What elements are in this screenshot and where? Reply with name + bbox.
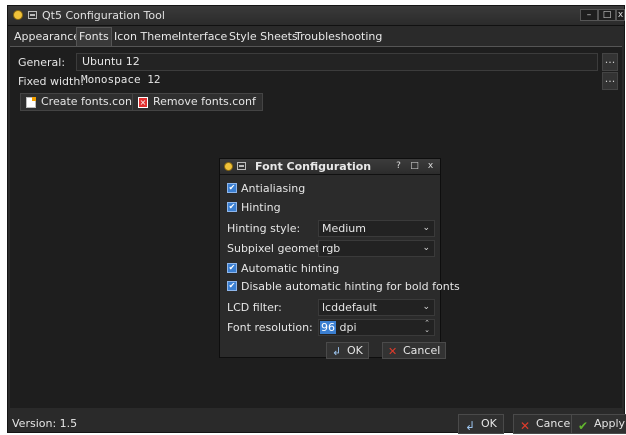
apply-icon: ✔ <box>578 419 589 433</box>
check-icon: ✔ <box>227 281 237 291</box>
window-title: Qt5 Configuration Tool <box>42 9 165 22</box>
dialog-close-button[interactable]: x <box>424 161 437 172</box>
font-configuration-dialog: Font Configuration ? □ x ✔ Antialiasing … <box>219 158 460 359</box>
general-font-browse-button[interactable]: ... <box>602 53 618 71</box>
footer-bar: Version: 1.5 ↲ OK ✕ Cancel ✔ Apply <box>8 411 626 434</box>
remove-document-icon: × <box>138 97 148 108</box>
general-font-field[interactable]: Ubuntu 12 <box>76 53 598 71</box>
font-resolution-label: Font resolution: <box>227 321 313 334</box>
hinting-style-select[interactable]: Medium ⌄ <box>318 220 435 237</box>
app-icon <box>13 10 23 20</box>
hinting-style-value: Medium <box>322 222 366 235</box>
fixed-font-label: Fixed width: <box>18 75 85 88</box>
create-fonts-conf-button[interactable]: Create fonts.conf <box>20 93 143 111</box>
cancel-label: Cancel <box>536 417 574 430</box>
lcd-filter-label: LCD filter: <box>227 301 282 314</box>
minimize-button[interactable]: – <box>580 9 598 21</box>
chevron-down-icon: ⌄ <box>422 243 430 253</box>
fixed-font-row: Fixed width: Monospace 12 ... <box>12 72 620 90</box>
disable-bold-hinting-label: Disable automatic hinting for bold fonts <box>241 280 460 293</box>
tab-style-sheets[interactable]: Style Sheets <box>227 28 300 46</box>
tab-icon-theme[interactable]: Icon Theme <box>112 28 180 46</box>
general-font-label: General: <box>18 56 66 69</box>
check-icon: ✔ <box>227 202 237 212</box>
check-icon: ✔ <box>227 183 237 193</box>
lcd-filter-value: lcddefault <box>322 301 377 314</box>
subpixel-geometry-select[interactable]: rgb ⌄ <box>318 240 435 257</box>
ok-icon: ↲ <box>332 345 342 358</box>
subpixel-geometry-value: rgb <box>322 242 341 255</box>
apply-label: Apply <box>594 417 626 430</box>
hinting-style-label: Hinting style: <box>227 222 301 235</box>
remove-fonts-conf-label: Remove fonts.conf <box>153 95 256 108</box>
maximize-button[interactable]: □ <box>598 9 616 21</box>
dialog-app-icon <box>224 162 233 171</box>
dialog-ok-label: OK <box>347 344 363 357</box>
remove-fonts-conf-button[interactable]: × Remove fonts.conf <box>132 93 263 111</box>
create-fonts-conf-label: Create fonts.conf <box>41 95 136 108</box>
window-menu-icon[interactable] <box>28 11 37 19</box>
chevron-down-icon: ⌄ <box>422 223 430 233</box>
dialog-cancel-label: Cancel <box>403 344 441 357</box>
tab-troubleshooting[interactable]: Troubleshooting <box>293 28 384 46</box>
tab-fonts[interactable]: Fonts <box>76 27 112 47</box>
spin-arrows-icon[interactable]: ⌃ ⌄ <box>424 320 430 334</box>
hinting-label: Hinting <box>241 201 281 214</box>
ok-button[interactable]: ↲ OK <box>458 414 504 434</box>
document-icon <box>26 97 36 108</box>
dialog-menu-icon[interactable] <box>237 162 246 170</box>
font-resolution-unit: dpi <box>336 321 357 334</box>
tab-appearance[interactable]: Appearance <box>12 28 82 46</box>
cancel-icon: ✕ <box>520 419 531 433</box>
font-resolution-value: 96 <box>320 321 336 334</box>
cancel-icon: ✕ <box>388 345 398 358</box>
dialog-help-button[interactable]: ? <box>392 161 405 172</box>
dialog-title: Font Configuration <box>255 160 372 173</box>
tab-interface[interactable]: Interface <box>176 28 229 46</box>
apply-button[interactable]: ✔ Apply <box>571 414 626 434</box>
chevron-down-icon: ⌄ <box>422 302 430 312</box>
antialiasing-label: Antialiasing <box>241 182 306 195</box>
fixed-font-browse-button[interactable]: ... <box>602 72 618 90</box>
ok-icon: ↲ <box>465 419 476 433</box>
title-bar[interactable]: Qt5 Configuration Tool – □ x <box>8 6 625 26</box>
dialog-ok-button[interactable]: ↲ OK <box>326 342 369 359</box>
ok-label: OK <box>481 417 497 430</box>
fixed-font-field[interactable]: Monospace 12 <box>76 72 598 90</box>
lcd-filter-select[interactable]: lcddefault ⌄ <box>318 299 435 316</box>
dialog-cancel-button[interactable]: ✕ Cancel <box>382 342 447 359</box>
dialog-maximize-button[interactable]: □ <box>408 161 421 172</box>
font-resolution-spinbox[interactable]: 96 dpi ⌃ ⌄ <box>318 319 435 336</box>
dialog-title-bar[interactable]: Font Configuration ? □ x <box>220 159 440 175</box>
version-label: Version: 1.5 <box>12 417 78 430</box>
check-icon: ✔ <box>227 263 237 273</box>
close-button[interactable]: x <box>616 9 625 21</box>
general-font-row: General: Ubuntu 12 ... <box>12 53 620 71</box>
automatic-hinting-label: Automatic hinting <box>241 262 340 275</box>
